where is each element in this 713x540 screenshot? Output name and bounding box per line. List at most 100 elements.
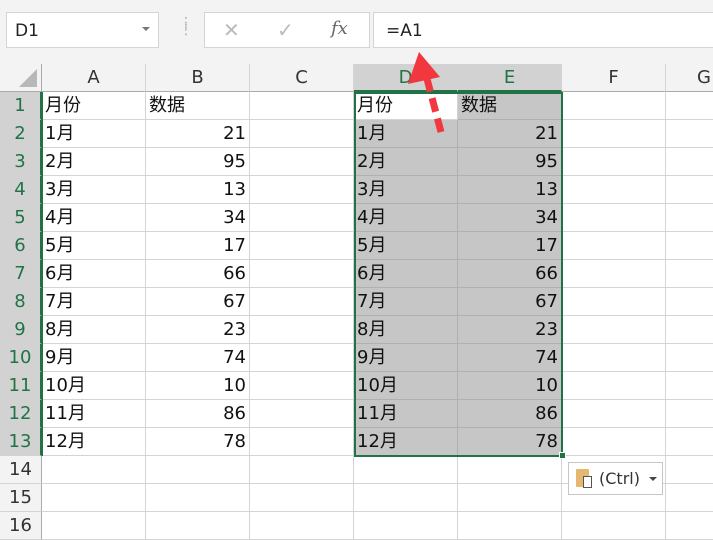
cell-A11[interactable]: 10月: [42, 372, 146, 400]
cell-E3[interactable]: 95: [458, 148, 562, 176]
cell-D15[interactable]: [354, 484, 458, 512]
cell-G16[interactable]: [666, 512, 713, 540]
cell-G9[interactable]: [666, 316, 713, 344]
cell-F7[interactable]: [562, 260, 666, 288]
name-box[interactable]: D1: [6, 12, 159, 48]
cell-B11[interactable]: 10: [146, 372, 250, 400]
cell-E15[interactable]: [458, 484, 562, 512]
cell-G4[interactable]: [666, 176, 713, 204]
cell-E12[interactable]: 86: [458, 400, 562, 428]
cell-A12[interactable]: 11月: [42, 400, 146, 428]
column-header-c[interactable]: C: [250, 64, 354, 92]
cell-B10[interactable]: 74: [146, 344, 250, 372]
cell-G1[interactable]: [666, 92, 713, 120]
cell-D7[interactable]: 6月: [354, 260, 458, 288]
cell-G12[interactable]: [666, 400, 713, 428]
cell-F12[interactable]: [562, 400, 666, 428]
cell-C5[interactable]: [250, 204, 354, 232]
cell-B8[interactable]: 67: [146, 288, 250, 316]
cell-G10[interactable]: [666, 344, 713, 372]
cell-F8[interactable]: [562, 288, 666, 316]
cell-F11[interactable]: [562, 372, 666, 400]
row-header-9[interactable]: 9: [0, 316, 42, 344]
cell-C6[interactable]: [250, 232, 354, 260]
cell-C12[interactable]: [250, 400, 354, 428]
cell-D3[interactable]: 2月: [354, 148, 458, 176]
cell-A15[interactable]: [42, 484, 146, 512]
cell-B4[interactable]: 13: [146, 176, 250, 204]
cell-F10[interactable]: [562, 344, 666, 372]
cell-F2[interactable]: [562, 120, 666, 148]
cell-F13[interactable]: [562, 428, 666, 456]
cancel-icon[interactable]: ✕: [223, 18, 240, 42]
cell-A1[interactable]: 月份: [42, 92, 146, 120]
cell-D14[interactable]: [354, 456, 458, 484]
cell-D2[interactable]: 1月: [354, 120, 458, 148]
cell-F16[interactable]: [562, 512, 666, 540]
cell-G15[interactable]: [666, 484, 713, 512]
cell-D13[interactable]: 12月: [354, 428, 458, 456]
column-header-d[interactable]: D: [354, 64, 458, 92]
cell-A4[interactable]: 3月: [42, 176, 146, 204]
cell-D16[interactable]: [354, 512, 458, 540]
column-header-b[interactable]: B: [146, 64, 250, 92]
cell-C1[interactable]: [250, 92, 354, 120]
cell-G11[interactable]: [666, 372, 713, 400]
cell-F4[interactable]: [562, 176, 666, 204]
cell-E14[interactable]: [458, 456, 562, 484]
cell-D9[interactable]: 8月: [354, 316, 458, 344]
row-header-2[interactable]: 2: [0, 120, 42, 148]
cell-E2[interactable]: 21: [458, 120, 562, 148]
cell-G13[interactable]: [666, 428, 713, 456]
cell-E10[interactable]: 74: [458, 344, 562, 372]
cell-D8[interactable]: 7月: [354, 288, 458, 316]
cell-A8[interactable]: 7月: [42, 288, 146, 316]
cell-A13[interactable]: 12月: [42, 428, 146, 456]
cell-C16[interactable]: [250, 512, 354, 540]
cell-F3[interactable]: [562, 148, 666, 176]
cell-E7[interactable]: 66: [458, 260, 562, 288]
formula-input[interactable]: =A1: [373, 12, 713, 48]
column-header-a[interactable]: A: [42, 64, 146, 92]
cell-F5[interactable]: [562, 204, 666, 232]
row-header-14[interactable]: 14: [0, 456, 42, 484]
cell-C11[interactable]: [250, 372, 354, 400]
cell-A16[interactable]: [42, 512, 146, 540]
cell-G8[interactable]: [666, 288, 713, 316]
cell-B3[interactable]: 95: [146, 148, 250, 176]
cell-C15[interactable]: [250, 484, 354, 512]
cell-G3[interactable]: [666, 148, 713, 176]
column-header-g[interactable]: G: [666, 64, 713, 92]
cell-E16[interactable]: [458, 512, 562, 540]
grip-icon[interactable]: ⋮ ⋮: [179, 16, 193, 37]
cell-B6[interactable]: 17: [146, 232, 250, 260]
function-icon[interactable]: fx: [331, 18, 348, 39]
cell-E4[interactable]: 13: [458, 176, 562, 204]
cell-A9[interactable]: 8月: [42, 316, 146, 344]
cell-G14[interactable]: [666, 456, 713, 484]
row-header-4[interactable]: 4: [0, 176, 42, 204]
cell-E9[interactable]: 23: [458, 316, 562, 344]
cell-E8[interactable]: 67: [458, 288, 562, 316]
cell-C8[interactable]: [250, 288, 354, 316]
cell-F6[interactable]: [562, 232, 666, 260]
fill-handle[interactable]: [559, 452, 566, 459]
cell-E5[interactable]: 34: [458, 204, 562, 232]
cell-A14[interactable]: [42, 456, 146, 484]
cell-C7[interactable]: [250, 260, 354, 288]
cell-D10[interactable]: 9月: [354, 344, 458, 372]
select-all-corner[interactable]: [0, 64, 42, 92]
row-header-13[interactable]: 13: [0, 428, 42, 456]
cell-A10[interactable]: 9月: [42, 344, 146, 372]
row-header-12[interactable]: 12: [0, 400, 42, 428]
row-header-6[interactable]: 6: [0, 232, 42, 260]
cell-D12[interactable]: 11月: [354, 400, 458, 428]
cell-C4[interactable]: [250, 176, 354, 204]
cell-F1[interactable]: [562, 92, 666, 120]
column-header-f[interactable]: F: [562, 64, 666, 92]
cell-C2[interactable]: [250, 120, 354, 148]
cell-G5[interactable]: [666, 204, 713, 232]
row-header-8[interactable]: 8: [0, 288, 42, 316]
cell-B13[interactable]: 78: [146, 428, 250, 456]
row-header-1[interactable]: 1: [0, 92, 42, 120]
